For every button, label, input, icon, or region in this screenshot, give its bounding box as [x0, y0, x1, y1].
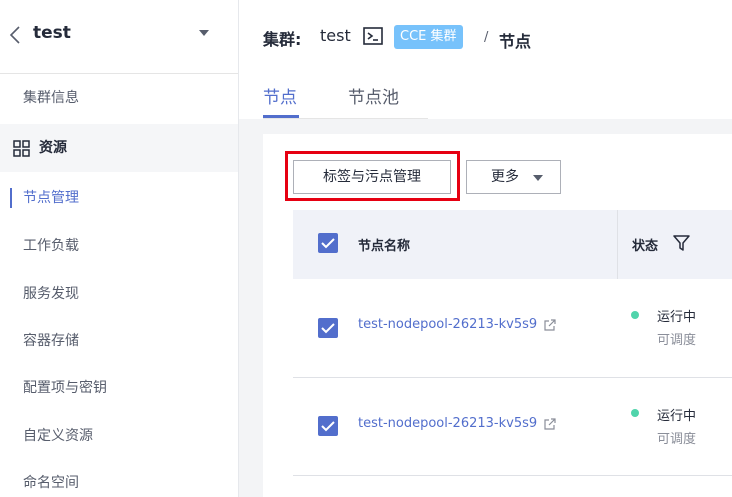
tab-nodes[interactable]: 节点 — [263, 83, 297, 108]
column-header-status: 状态 — [632, 239, 659, 254]
terminal-icon[interactable] — [363, 27, 383, 45]
checkmark-icon — [321, 238, 335, 249]
sidebar-item-label: 服务发现 — [23, 286, 79, 302]
breadcrumb-separator: / — [484, 30, 489, 45]
node-status: 运行中 — [657, 310, 697, 325]
row-checkbox[interactable] — [318, 416, 338, 436]
sidebar-item-node-management[interactable]: 节点管理 — [0, 174, 238, 222]
sidebar-item-label: 工作负载 — [23, 238, 79, 254]
more-button-label: 更多 — [491, 169, 519, 185]
sidebar-item-label: 容器存储 — [23, 333, 79, 349]
checkmark-icon — [321, 323, 335, 334]
row-checkbox[interactable] — [318, 318, 338, 338]
sidebar: test 集群信息 资源 节点管理 工作负载 服务发现 容器存储 配置项与密钥 … — [0, 0, 239, 497]
column-header-node-name: 节点名称 — [358, 239, 411, 254]
checkmark-icon — [321, 421, 335, 432]
cluster-name: test — [320, 26, 351, 45]
row-divider — [293, 377, 732, 378]
node-schedulable: 可调度 — [657, 432, 697, 447]
node-status: 运行中 — [657, 409, 697, 424]
sidebar-item-configmaps-secrets[interactable]: 配置项与密钥 — [0, 364, 238, 412]
filter-icon[interactable] — [673, 234, 690, 251]
chevron-down-icon — [533, 175, 543, 181]
sidebar-item-cluster-info[interactable]: 集群信息 — [0, 74, 238, 122]
back-arrow-icon[interactable] — [9, 25, 23, 45]
node-schedulable: 可调度 — [657, 333, 697, 348]
sidebar-item-workloads[interactable]: 工作负载 — [0, 222, 238, 270]
cluster-type-badge: CCE 集群 — [394, 25, 463, 49]
sidebar-item-label: 集群信息 — [23, 90, 79, 106]
active-indicator — [10, 188, 12, 208]
sidebar-item-label: 资源 — [39, 140, 67, 156]
grid-icon — [13, 140, 30, 157]
sidebar-item-label: 命名空间 — [23, 475, 79, 491]
select-all-checkbox[interactable] — [318, 233, 338, 253]
external-link-icon[interactable] — [543, 418, 556, 431]
tab-active-underline — [263, 115, 299, 118]
cluster-switch-caret-icon[interactable] — [199, 30, 209, 36]
tab-node-pools[interactable]: 节点池 — [348, 83, 399, 108]
sidebar-item-label: 节点管理 — [23, 190, 79, 206]
highlight-box — [285, 151, 460, 201]
cluster-title: test — [33, 23, 71, 43]
row-divider — [293, 475, 732, 476]
more-button[interactable]: 更多 — [466, 160, 561, 194]
sidebar-item-storage[interactable]: 容器存储 — [0, 317, 238, 365]
sidebar-item-service-discovery[interactable]: 服务发现 — [0, 270, 238, 318]
cluster-header: test — [0, 0, 238, 74]
sidebar-item-custom-resources[interactable]: 自定义资源 — [0, 412, 238, 460]
cluster-label: 集群: — [263, 30, 302, 49]
status-running-dot — [631, 311, 639, 319]
column-divider — [617, 210, 618, 279]
node-name-link[interactable]: test-nodepool-26213-kv5s9 — [358, 416, 537, 431]
sidebar-group-resources[interactable]: 资源 — [0, 124, 238, 172]
sidebar-item-label: 配置项与密钥 — [23, 380, 107, 396]
sidebar-item-namespaces[interactable]: 命名空间 — [0, 459, 238, 497]
sidebar-item-label: 自定义资源 — [23, 428, 93, 444]
external-link-icon[interactable] — [543, 319, 556, 332]
node-name-link[interactable]: test-nodepool-26213-kv5s9 — [358, 317, 537, 332]
page-title: 节点 — [499, 32, 532, 51]
status-running-dot — [631, 409, 639, 417]
